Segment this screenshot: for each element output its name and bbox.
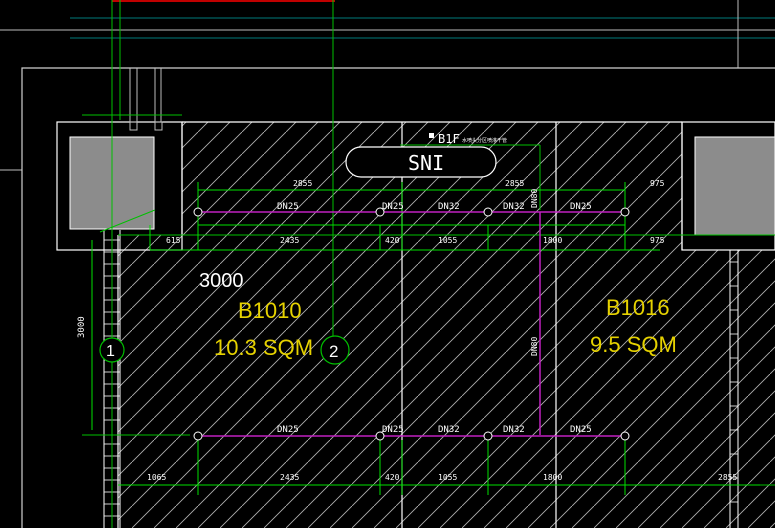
dimension-text: 2435	[280, 473, 299, 482]
hatched-floor-region	[118, 235, 182, 528]
pipe-label-top: DN25	[277, 202, 299, 212]
pipe-label-top: DN32	[503, 202, 525, 212]
dimension-text: 2855	[293, 179, 312, 188]
pipe-label-bottom: DN32	[438, 425, 460, 435]
sni-label: SNI	[408, 151, 444, 175]
dimension-text: 975	[650, 179, 665, 188]
dimension-text: 2855	[718, 473, 737, 482]
dimension-text: 1800	[543, 236, 562, 245]
room-code-b1010: B1010	[238, 298, 302, 323]
pipe-label-top: DN25	[570, 202, 592, 212]
dimension-text: 420	[385, 473, 400, 482]
dimension-text: 975	[650, 236, 665, 245]
dimension-text: 1065	[147, 473, 166, 482]
riser-label: DN80	[530, 337, 539, 356]
vertical-dimension: 3000	[77, 316, 87, 338]
dimension-text: 1800	[543, 473, 562, 482]
cad-drawing-canvas[interactable]: B1F 水喷头分区喷淋干管 SNI 3000 B1010 10.3 SQM B1…	[0, 0, 775, 528]
pipe-label-bottom: DN25	[277, 425, 299, 435]
header-label: B1F	[438, 132, 460, 146]
riser-label: DN80	[530, 189, 539, 208]
dimension-text: 420	[385, 236, 400, 245]
grid-bubble-2-label: 2	[329, 342, 338, 361]
dimension-text: 2435	[280, 236, 299, 245]
equipment-box	[694, 136, 775, 236]
pipe-label-bottom: DN25	[382, 425, 404, 435]
dimension-text: 2855	[505, 179, 524, 188]
floor-plan-drawing: B1F 水喷头分区喷淋干管 SNI 3000 B1010 10.3 SQM B1…	[0, 0, 775, 528]
header-note: 水喷头分区喷淋干管	[462, 137, 507, 144]
room-area-b1016: 9.5 SQM	[590, 332, 677, 357]
header-marker	[429, 133, 434, 138]
area-dimension: 3000	[199, 270, 244, 292]
grid-bubble-1-label: 1	[106, 343, 115, 360]
dimension-text: 1055	[438, 236, 457, 245]
hatched-floor-region	[682, 250, 775, 528]
pipe-label-top: DN32	[438, 202, 460, 212]
pipe-label-bottom: DN32	[503, 425, 525, 435]
room-code-b1016: B1016	[606, 295, 670, 320]
pipe-hangers	[129, 68, 163, 131]
pipe-label-bottom: DN25	[570, 425, 592, 435]
dimension-text: 615	[166, 236, 181, 245]
dimension-text: 1055	[438, 473, 457, 482]
pipe-label-top: DN25	[382, 202, 404, 212]
room-area-b1010: 10.3 SQM	[214, 335, 313, 360]
